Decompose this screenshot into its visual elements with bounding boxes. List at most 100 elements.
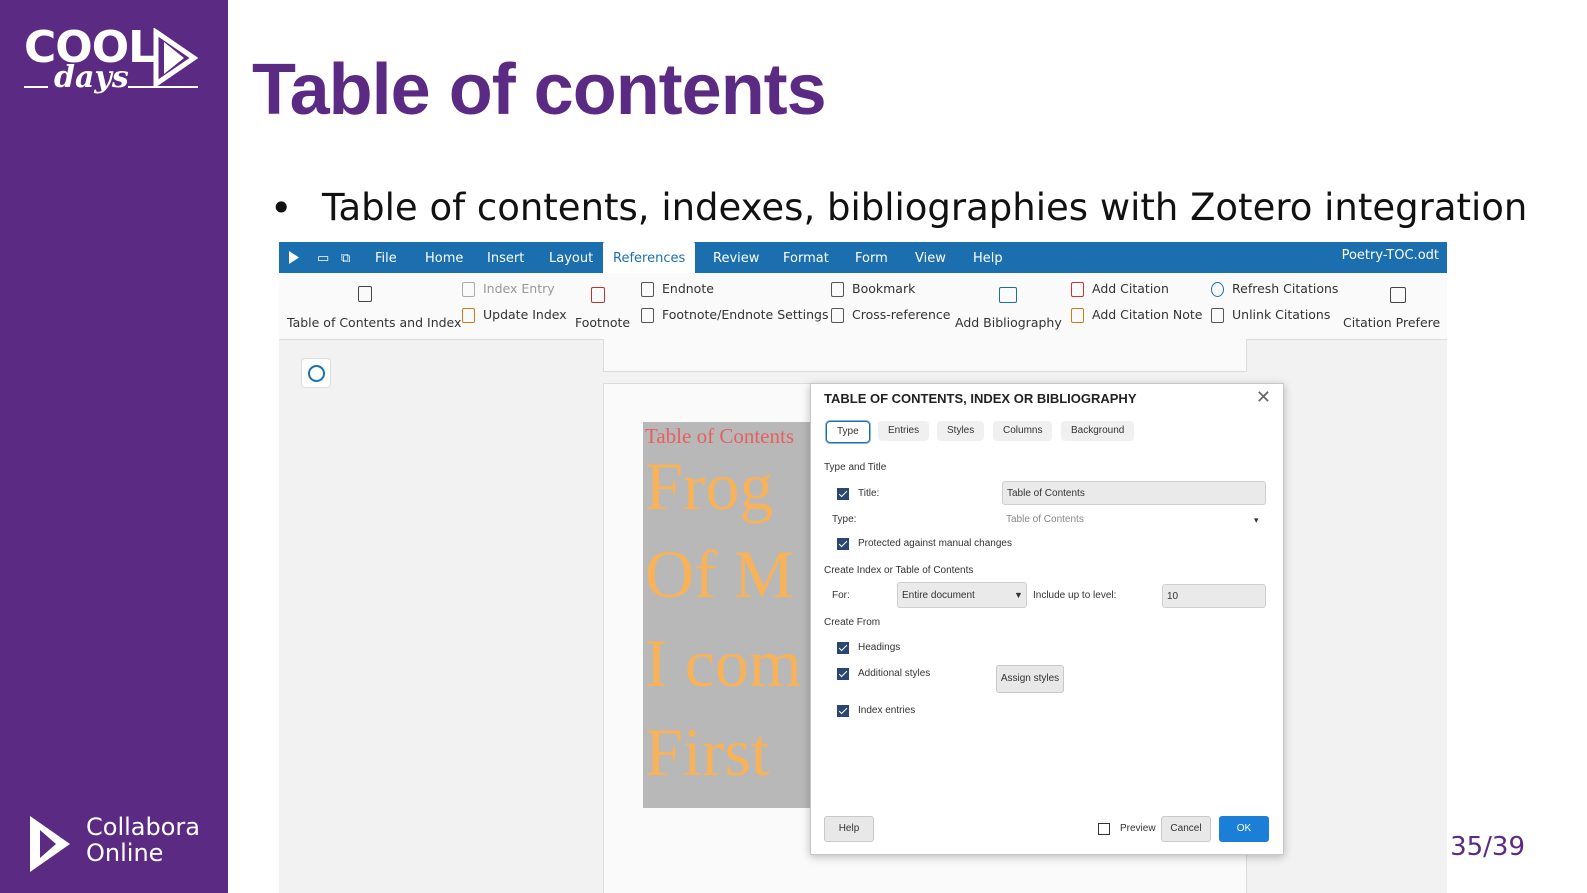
tab-home[interactable]: Home — [415, 242, 473, 273]
title-field[interactable]: Table of Contents — [1002, 481, 1266, 505]
add-citation-note-button[interactable]: Add Citation Note — [1071, 307, 1202, 323]
cool-days-logo: COOL days — [24, 22, 204, 104]
collabora-mark-icon — [30, 816, 70, 872]
tab-insert[interactable]: Insert — [477, 242, 534, 273]
popout-icon[interactable]: ⧉ — [341, 250, 350, 266]
app-screenshot: ▭ ⧉ File Home Insert Layout References R… — [279, 242, 1447, 893]
index-entries-checkbox[interactable] — [837, 705, 849, 717]
endnote-icon — [641, 282, 654, 297]
slide-title: Table of contents — [252, 50, 827, 130]
references-ribbon: Table of Contents and Index Index Entry … — [279, 273, 1447, 340]
save-icon[interactable]: ▭ — [317, 250, 329, 266]
dialog-tab-entries[interactable]: Entries — [878, 421, 930, 441]
protected-checkbox[interactable] — [837, 538, 849, 550]
toc-index-button[interactable]: Table of Contents and Index — [287, 315, 461, 330]
tab-layout[interactable]: Layout — [539, 242, 603, 273]
dialog-title: TABLE OF CONTENTS, INDEX OR BIBLIOGRAPHY — [824, 391, 1137, 406]
preview-checkbox[interactable] — [1098, 823, 1110, 835]
section-create-index: Create Index or Table of Contents — [824, 565, 974, 576]
add-bibliography-button[interactable]: Add Bibliography — [955, 315, 1062, 330]
type-select[interactable]: Table of Contents — [1006, 514, 1084, 525]
tab-help[interactable]: Help — [963, 242, 1013, 273]
assign-styles-button[interactable]: Assign styles — [996, 665, 1064, 693]
citation-preferences-button[interactable]: Citation Prefere — [1343, 315, 1440, 330]
unlink-citations-label: Unlink Citations — [1232, 307, 1331, 322]
dialog-tab-type[interactable]: Type — [826, 421, 870, 443]
tab-review[interactable]: Review — [703, 242, 769, 273]
bookmark-label: Bookmark — [852, 281, 916, 296]
update-index-button[interactable]: Update Index — [462, 307, 567, 323]
add-citation-label: Add Citation — [1092, 281, 1169, 296]
toc-dialog: TABLE OF CONTENTS, INDEX OR BIBLIOGRAPHY… — [810, 383, 1284, 855]
tab-format[interactable]: Format — [773, 242, 839, 273]
navigator-button[interactable] — [301, 358, 331, 388]
add-citation-button[interactable]: Add Citation — [1071, 281, 1169, 297]
bookmark-button[interactable]: Bookmark — [831, 281, 915, 297]
logo-dash-left — [24, 86, 48, 88]
cross-reference-icon — [831, 308, 844, 323]
section-create-from: Create From — [824, 617, 881, 628]
unlink-icon — [1211, 308, 1224, 323]
dialog-tab-background[interactable]: Background — [1061, 421, 1135, 441]
index-entries-label: Index entries — [858, 705, 916, 716]
document-name[interactable]: Poetry-TOC.odt — [1342, 248, 1439, 263]
unlink-citations-button[interactable]: Unlink Citations — [1211, 307, 1330, 323]
level-stepper[interactable]: 10 — [1162, 584, 1266, 608]
add-citation-note-icon — [1071, 308, 1084, 323]
cancel-button[interactable]: Cancel — [1161, 816, 1211, 842]
protected-label: Protected against manual changes — [858, 538, 1012, 549]
chevron-down-icon[interactable]: ▼ — [1014, 590, 1023, 600]
preview-label: Preview — [1120, 823, 1156, 834]
citation-preferences-icon — [1390, 287, 1406, 303]
ok-button[interactable]: OK — [1219, 816, 1269, 842]
footnote-button[interactable]: Footnote — [575, 315, 630, 330]
bullet-dot: • — [270, 186, 293, 230]
toc-block[interactable]: Table of Contents Frog Of M I com First — [643, 422, 813, 808]
endnote-button[interactable]: Endnote — [641, 281, 714, 297]
refresh-citations-button[interactable]: Refresh Citations — [1211, 281, 1338, 297]
chevron-down-icon[interactable]: ▾ — [1254, 515, 1259, 526]
add-citation-icon — [1071, 282, 1084, 297]
title-label: Title: — [858, 488, 880, 499]
bullet-text: Table of contents, indexes, bibliographi… — [322, 186, 1528, 229]
app-logo-icon[interactable] — [288, 250, 300, 265]
tab-file[interactable]: File — [365, 242, 407, 273]
cross-reference-label: Cross-reference — [852, 307, 951, 322]
cross-reference-button[interactable]: Cross-reference — [831, 307, 950, 323]
dialog-tab-columns[interactable]: Columns — [993, 421, 1053, 441]
toc-line: First — [645, 714, 770, 790]
footnote-settings-button[interactable]: Footnote/Endnote Settings — [641, 307, 828, 323]
endnote-label: Endnote — [662, 281, 714, 296]
help-button[interactable]: Help — [824, 816, 874, 842]
update-index-icon — [462, 308, 475, 323]
collabora-online-logo: Collabora Online — [26, 812, 216, 872]
index-entry-label: Index Entry — [483, 281, 555, 296]
bookmark-icon — [831, 282, 844, 297]
close-icon[interactable]: ✕ — [1256, 387, 1271, 408]
section-type-title: Type and Title — [824, 462, 887, 473]
toc-icon — [358, 286, 372, 302]
additional-styles-label: Additional styles — [858, 668, 931, 679]
refresh-citations-label: Refresh Citations — [1232, 281, 1339, 296]
include-level-label: Include up to level: — [1033, 590, 1117, 601]
slide-sidebar: COOL days Collabora Online — [0, 0, 228, 893]
page-number: 35/39 — [1450, 832, 1525, 862]
footnote-settings-label: Footnote/Endnote Settings — [662, 307, 829, 322]
compass-icon — [308, 365, 325, 382]
index-entry-button[interactable]: Index Entry — [462, 281, 555, 297]
additional-styles-checkbox[interactable] — [837, 668, 849, 680]
title-checkbox[interactable] — [837, 488, 849, 500]
for-select[interactable]: Entire document — [897, 582, 1027, 608]
headings-checkbox[interactable] — [837, 642, 849, 654]
toc-heading: Table of Contents — [645, 424, 794, 448]
index-entry-icon — [462, 282, 475, 297]
logo-word-days: days — [54, 60, 129, 95]
tab-form[interactable]: Form — [845, 242, 898, 273]
tab-references[interactable]: References — [603, 242, 696, 273]
logo-text-collabora: Collabora — [86, 813, 200, 841]
tab-view[interactable]: View — [905, 242, 956, 273]
toc-line: Of M — [645, 536, 795, 612]
dialog-tab-styles[interactable]: Styles — [937, 421, 985, 441]
toc-line: I com — [645, 625, 802, 701]
for-label: For: — [832, 590, 850, 601]
